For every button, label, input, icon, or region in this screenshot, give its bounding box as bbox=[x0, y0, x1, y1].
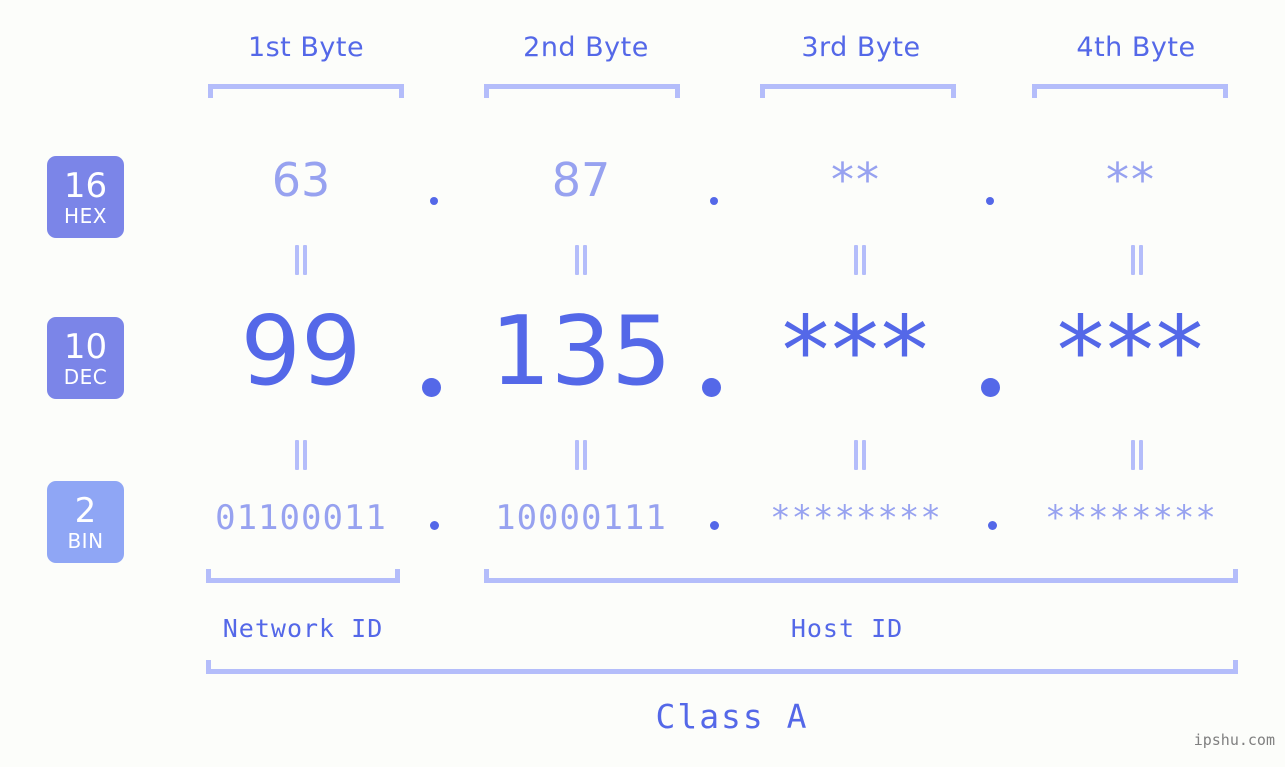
byte-bracket-4 bbox=[1032, 84, 1228, 98]
byte-label-4: 4th Byte bbox=[1076, 32, 1196, 63]
bin-separator-dot-1 bbox=[430, 521, 439, 530]
equals-connector-1-3 bbox=[852, 245, 868, 275]
byte-bracket-2 bbox=[484, 84, 680, 98]
base-badge-dec-label: DEC bbox=[63, 364, 108, 389]
bin-byte-4-value: ******** bbox=[1045, 498, 1217, 538]
host-id-label: Host ID bbox=[790, 614, 904, 643]
byte-bracket-3 bbox=[760, 84, 956, 98]
dec-separator-dot-3 bbox=[981, 378, 1000, 397]
dec-separator-dot-1 bbox=[422, 378, 441, 397]
base-badge-dec[interactable]: 10 DEC bbox=[47, 317, 124, 399]
bin-separator-dot-2 bbox=[710, 521, 719, 530]
network-id-label: Network ID bbox=[222, 614, 384, 643]
network-id-bracket bbox=[206, 569, 400, 583]
bin-byte-2-value: 10000111 bbox=[495, 498, 667, 538]
base-badge-hex-number: 16 bbox=[63, 165, 108, 206]
dec-byte-3-value: *** bbox=[781, 297, 931, 407]
byte-label-1: 1st Byte bbox=[247, 32, 365, 63]
equals-connector-2-3 bbox=[852, 440, 868, 470]
equals-connector-1-1 bbox=[293, 245, 309, 275]
equals-connector-1-4 bbox=[1129, 245, 1145, 275]
host-id-bracket bbox=[484, 569, 1238, 583]
hex-byte-4-value: ** bbox=[1106, 153, 1156, 207]
hex-separator-dot-3 bbox=[986, 197, 994, 205]
byte-label-3: 3rd Byte bbox=[801, 32, 921, 63]
byte-label-2: 2nd Byte bbox=[523, 32, 649, 63]
bin-separator-dot-3 bbox=[988, 521, 997, 530]
hex-byte-1-value: 63 bbox=[271, 153, 331, 207]
dec-byte-2-value: 135 bbox=[490, 297, 672, 407]
bin-byte-1-value: 01100011 bbox=[215, 498, 387, 538]
base-badge-hex[interactable]: 16 HEX bbox=[47, 156, 124, 238]
base-badge-bin[interactable]: 2 BIN bbox=[47, 481, 124, 563]
class-label: Class A bbox=[655, 697, 809, 736]
base-badge-dec-number: 10 bbox=[63, 326, 108, 367]
hex-separator-dot-2 bbox=[710, 197, 718, 205]
dec-byte-1-value: 99 bbox=[240, 297, 362, 407]
base-badge-bin-label: BIN bbox=[67, 528, 104, 553]
site-watermark: ipshu.com bbox=[1193, 731, 1275, 749]
ip-address-breakdown-diagram: 1st Byte 2nd Byte 3rd Byte 4th Byte 16 H… bbox=[0, 0, 1285, 767]
base-badge-hex-label: HEX bbox=[64, 203, 107, 228]
equals-connector-1-2 bbox=[573, 245, 589, 275]
hex-byte-3-value: ** bbox=[831, 153, 881, 207]
byte-bracket-1 bbox=[208, 84, 404, 98]
bin-byte-3-value: ******** bbox=[770, 498, 942, 538]
class-bracket bbox=[206, 660, 1238, 674]
hex-separator-dot-1 bbox=[430, 197, 438, 205]
equals-connector-2-4 bbox=[1129, 440, 1145, 470]
equals-connector-2-1 bbox=[293, 440, 309, 470]
dec-byte-4-value: *** bbox=[1056, 297, 1206, 407]
hex-byte-2-value: 87 bbox=[551, 153, 611, 207]
equals-connector-2-2 bbox=[573, 440, 589, 470]
dec-separator-dot-2 bbox=[702, 378, 721, 397]
base-badge-bin-number: 2 bbox=[74, 490, 97, 531]
